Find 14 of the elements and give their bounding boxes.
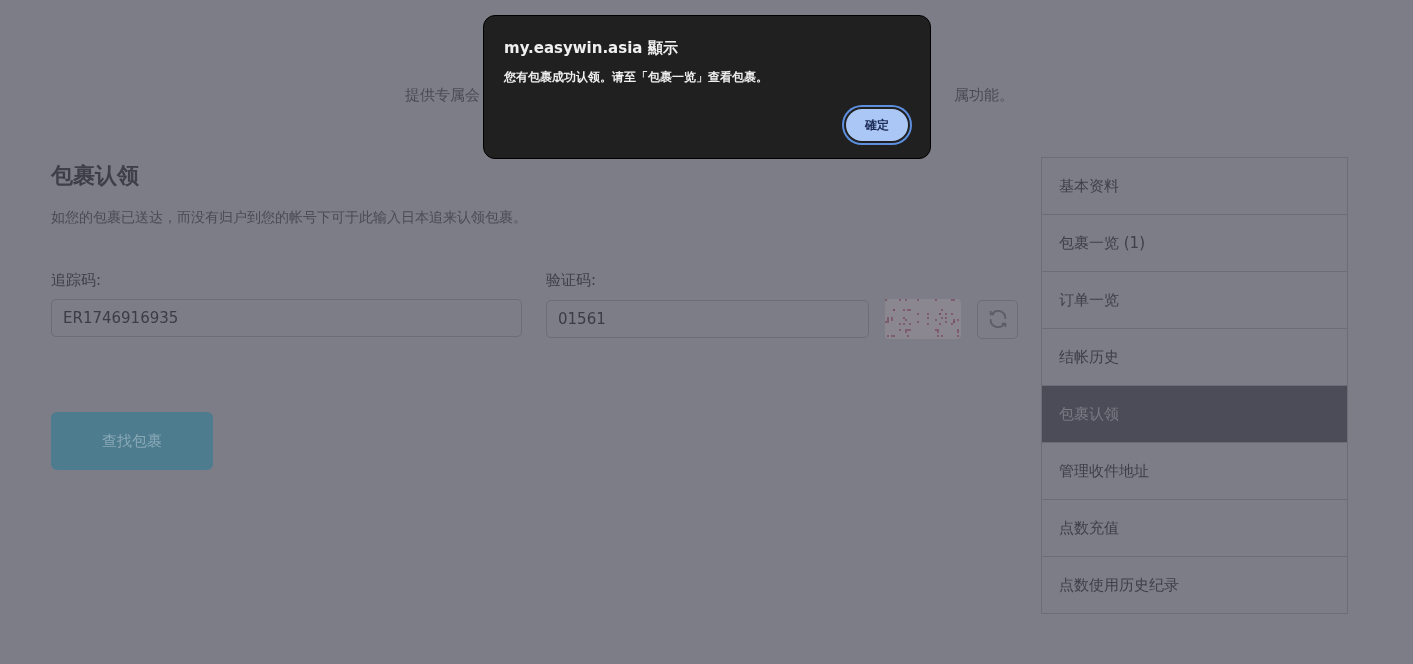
section-title: 包裹认领 (51, 162, 140, 190)
refresh-button[interactable] (977, 299, 1018, 339)
search-parcel-button[interactable]: 查找包裹 (51, 412, 213, 470)
sidebar-item[interactable]: 基本资料 (1042, 158, 1347, 214)
sidebar-item[interactable]: 管理收件地址 (1042, 442, 1347, 499)
dialog-title: my.easywin.asia 顯示 (504, 39, 679, 58)
field-label: 验证码: (546, 271, 598, 290)
tracking-input[interactable]: ER1746916935 (51, 299, 522, 337)
captcha-input[interactable]: 01561 (546, 300, 869, 338)
confirm-button[interactable]: 確定 (844, 107, 910, 143)
sidebar-item[interactable]: 点数使用历史纪录 (1042, 556, 1347, 613)
field-label: 追踪码: (51, 271, 103, 290)
dialog-message: 您有包裹成功认领。请至「包裹一览」查看包裹。 (504, 70, 769, 85)
sidebar-item[interactable]: 点数充值 (1042, 499, 1347, 556)
